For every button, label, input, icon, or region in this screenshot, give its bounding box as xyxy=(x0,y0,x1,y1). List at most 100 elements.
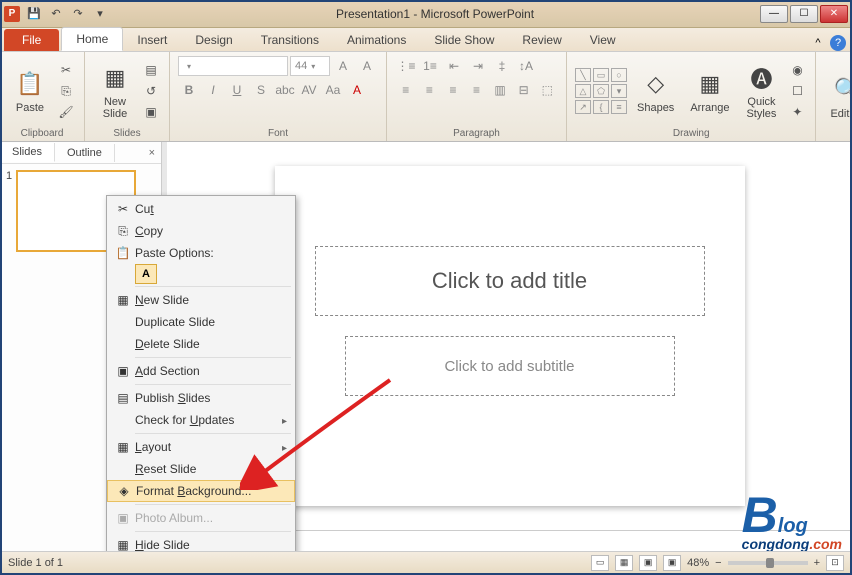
arrange-button[interactable]: ▦ Arrange xyxy=(684,66,735,116)
slideshow-view-button[interactable]: ▣ xyxy=(663,555,681,571)
zoom-level: 48% xyxy=(687,557,709,569)
layout-button[interactable]: ▤ xyxy=(141,60,161,80)
cm-copy[interactable]: ⎘Copy xyxy=(107,220,295,242)
cm-cut[interactable]: ✂Cut xyxy=(107,198,295,220)
minimize-button[interactable]: — xyxy=(760,5,788,23)
tab-slideshow[interactable]: Slide Show xyxy=(420,29,508,51)
justify-button[interactable]: ≡ xyxy=(466,80,488,100)
cm-duplicate-slide[interactable]: Duplicate Slide xyxy=(107,311,295,333)
app-icon: P xyxy=(4,6,20,22)
shape-outline-button[interactable]: ☐ xyxy=(787,81,807,101)
shrink-font-button[interactable]: A xyxy=(356,56,378,76)
maximize-button[interactable]: ☐ xyxy=(790,5,818,23)
zoom-out-button[interactable]: − xyxy=(715,557,721,569)
tab-review[interactable]: Review xyxy=(508,29,575,51)
normal-view-button[interactable]: ▭ xyxy=(591,555,609,571)
zoom-slider[interactable] xyxy=(728,561,808,565)
section-button[interactable]: ▣ xyxy=(141,102,161,122)
bullets-button[interactable]: ⋮≡ xyxy=(395,56,417,76)
redo-icon[interactable]: ↷ xyxy=(68,4,88,24)
spacing-button[interactable]: AV xyxy=(298,80,320,100)
file-tab[interactable]: File xyxy=(4,29,59,51)
sorter-view-button[interactable]: ▦ xyxy=(615,555,633,571)
format-painter-button[interactable]: 🖌 xyxy=(56,102,76,122)
new-slide-icon: ▦ xyxy=(99,62,131,94)
align-center-button[interactable]: ≡ xyxy=(419,80,441,100)
group-clipboard: 📋 Paste ✂ ⎘ 🖌 Clipboard xyxy=(0,52,85,141)
editing-button[interactable]: 🔍 Editing xyxy=(824,72,852,122)
paste-button[interactable]: 📋 Paste xyxy=(8,66,52,116)
slide[interactable]: Click to add title Click to add subtitle xyxy=(275,166,745,506)
fit-window-button[interactable]: ⊡ xyxy=(826,555,844,571)
quick-styles-icon: 🅐 xyxy=(745,62,777,94)
cm-add-section[interactable]: ▣Add Section xyxy=(107,360,295,382)
cm-photo-album[interactable]: ▣Photo Album... xyxy=(107,507,295,529)
bold-button[interactable]: B xyxy=(178,80,200,100)
reading-view-button[interactable]: ▣ xyxy=(639,555,657,571)
cm-format-background[interactable]: ◈Format Background... xyxy=(107,480,295,502)
indent-button[interactable]: ⇥ xyxy=(467,56,489,76)
font-family-select[interactable] xyxy=(178,56,288,76)
subtitle-placeholder[interactable]: Click to add subtitle xyxy=(345,336,675,396)
tab-outline-panel[interactable]: Outline xyxy=(55,144,115,162)
status-bar: Slide 1 of 1 ▭ ▦ ▣ ▣ 48% − + ⊡ xyxy=(2,551,850,573)
align-text-button[interactable]: ⊟ xyxy=(513,80,535,100)
font-color-button[interactable]: A xyxy=(346,80,368,100)
title-placeholder[interactable]: Click to add title xyxy=(315,246,705,316)
close-panel-icon[interactable]: × xyxy=(143,147,161,159)
numbering-button[interactable]: 1≡ xyxy=(419,56,441,76)
case-button[interactable]: Aa xyxy=(322,80,344,100)
tab-slides-panel[interactable]: Slides xyxy=(0,143,55,162)
clipboard-icon: 📋 xyxy=(14,68,46,100)
font-size-select[interactable]: 44 xyxy=(290,56,330,76)
copy-button[interactable]: ⎘ xyxy=(56,81,76,101)
find-icon: 🔍 xyxy=(831,74,852,106)
cm-delete-slide[interactable]: Delete Slide xyxy=(107,333,295,355)
underline-button[interactable]: U xyxy=(226,80,248,100)
new-slide-button[interactable]: ▦ New Slide xyxy=(93,60,137,122)
line-spacing-button[interactable]: ‡ xyxy=(491,56,513,76)
quick-styles-button[interactable]: 🅐 Quick Styles xyxy=(739,60,783,122)
tab-transitions[interactable]: Transitions xyxy=(247,29,333,51)
save-icon[interactable]: 💾 xyxy=(24,4,44,24)
group-drawing: ╲▭○ △⬠▾ ↗{≡ ◇ Shapes ▦ Arrange 🅐 Quick S… xyxy=(567,52,816,141)
tab-design[interactable]: Design xyxy=(181,29,246,51)
cm-layout[interactable]: ▦Layout xyxy=(107,436,295,458)
shapes-gallery[interactable]: ╲▭○ △⬠▾ ↗{≡ xyxy=(575,68,627,114)
slide-number: 1 xyxy=(6,170,12,252)
align-right-button[interactable]: ≡ xyxy=(442,80,464,100)
cm-publish-slides[interactable]: ▤Publish Slides xyxy=(107,387,295,409)
shape-effects-button[interactable]: ✦ xyxy=(787,102,807,122)
undo-icon[interactable]: ↶ xyxy=(46,4,66,24)
columns-button[interactable]: ▥ xyxy=(489,80,511,100)
shapes-icon: ◇ xyxy=(640,68,672,100)
reset-button[interactable]: ↺ xyxy=(141,81,161,101)
shape-fill-button[interactable]: ◉ xyxy=(787,60,807,80)
tab-insert[interactable]: Insert xyxy=(123,29,181,51)
qat-customize-icon[interactable]: ▾ xyxy=(90,4,110,24)
tab-home[interactable]: Home xyxy=(61,27,123,51)
context-menu: ✂Cut⎘Copy📋Paste Options:A ▦New SlideDupli… xyxy=(106,195,296,559)
smartart-button[interactable]: ⬚ xyxy=(536,80,558,100)
cm-check-for-updates[interactable]: Check for Updates xyxy=(107,409,295,431)
minimize-ribbon-icon[interactable]: ^ xyxy=(810,35,826,51)
shadow-button[interactable]: abc xyxy=(274,80,296,100)
grow-font-button[interactable]: A xyxy=(332,56,354,76)
text-direction-button[interactable]: ↕A xyxy=(515,56,537,76)
quick-access-toolbar: 💾 ↶ ↷ ▾ xyxy=(24,4,110,24)
close-button[interactable]: ✕ xyxy=(820,5,848,23)
cm-new-slide[interactable]: ▦New Slide xyxy=(107,289,295,311)
cut-button[interactable]: ✂ xyxy=(56,60,76,80)
tab-view[interactable]: View xyxy=(576,29,630,51)
cm-reset-slide[interactable]: Reset Slide xyxy=(107,458,295,480)
strike-button[interactable]: S xyxy=(250,80,272,100)
outdent-button[interactable]: ⇤ xyxy=(443,56,465,76)
tab-animations[interactable]: Animations xyxy=(333,29,420,51)
italic-button[interactable]: I xyxy=(202,80,224,100)
zoom-in-button[interactable]: + xyxy=(814,557,820,569)
shapes-button[interactable]: ◇ Shapes xyxy=(631,66,680,116)
align-left-button[interactable]: ≡ xyxy=(395,80,417,100)
cm-paste-options: 📋Paste Options: xyxy=(107,242,295,264)
help-icon[interactable]: ? xyxy=(830,35,846,51)
paste-option-keep-text[interactable]: A xyxy=(135,264,157,284)
